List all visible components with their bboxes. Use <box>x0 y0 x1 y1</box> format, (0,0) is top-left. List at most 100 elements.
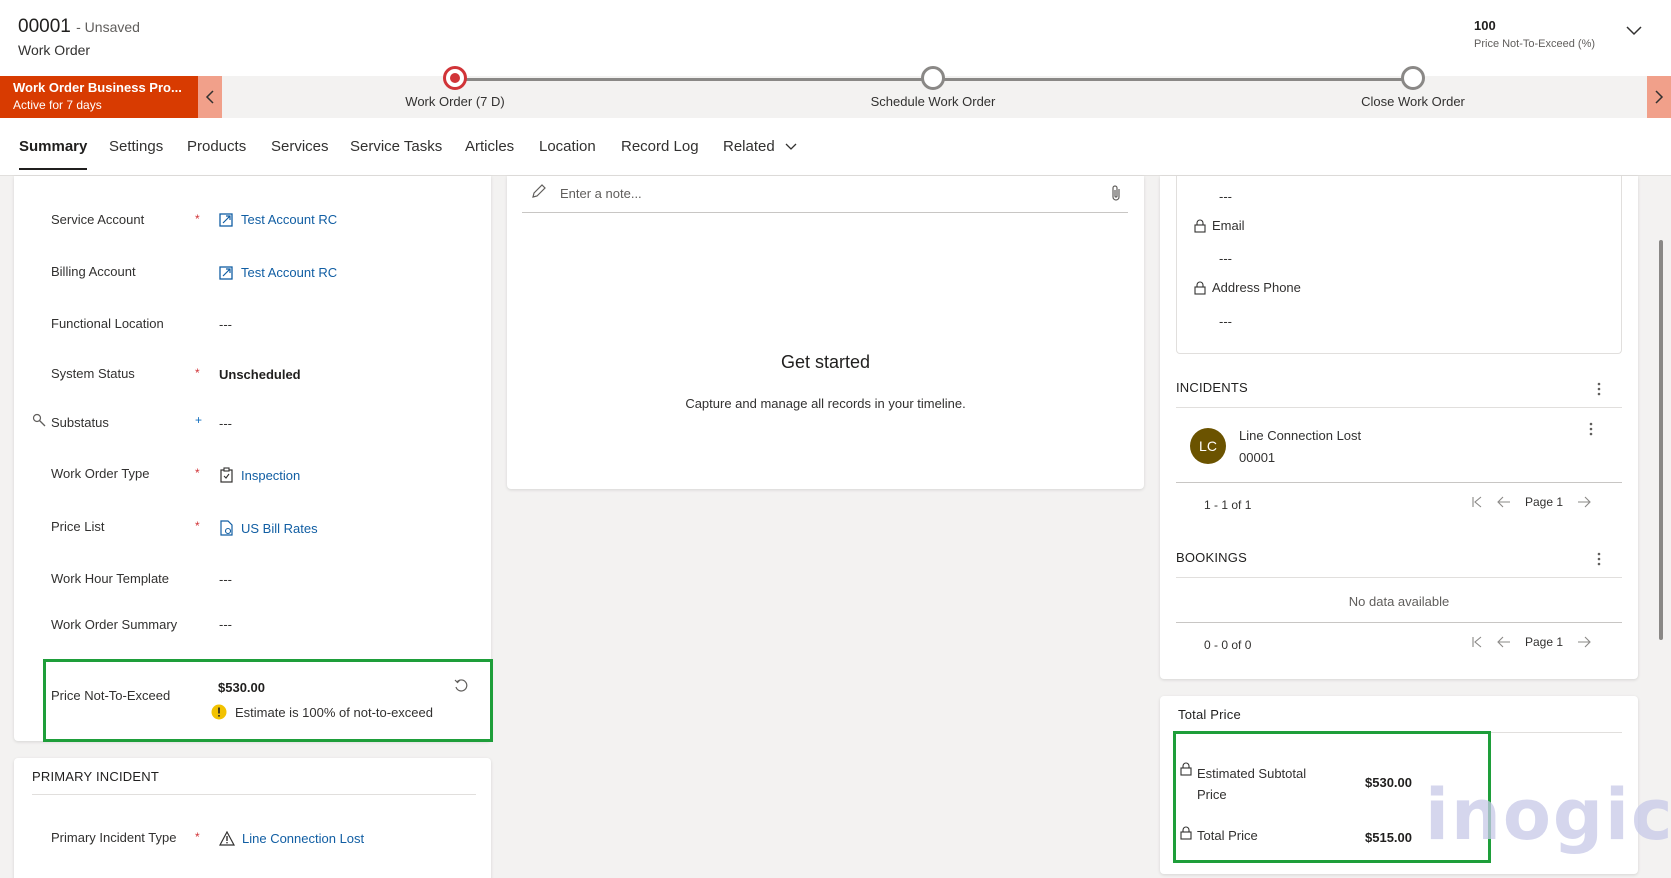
bookings-pager: Page 1 <box>1471 635 1591 649</box>
tab-summary[interactable]: Summary <box>19 138 88 170</box>
account-icon <box>219 266 233 280</box>
attachment-icon[interactable] <box>1110 184 1122 202</box>
contact-subsection <box>1176 176 1622 354</box>
required-indicator: * <box>195 519 200 533</box>
field-value-price-not-to-exceed[interactable]: $530.00 <box>218 680 265 695</box>
arrow-right-icon[interactable] <box>1577 636 1591 648</box>
chevron-down-icon <box>785 143 797 150</box>
more-options-icon[interactable] <box>1589 422 1593 436</box>
header-field-value: 100 <box>1474 18 1496 33</box>
more-options-icon[interactable] <box>1597 382 1601 396</box>
inogic-watermark: inogic <box>1425 774 1671 856</box>
page-indicator: Page 1 <box>1525 635 1564 649</box>
more-options-icon[interactable] <box>1597 552 1601 566</box>
field-value-address-phone: --- <box>1219 314 1232 329</box>
bpf-next-button[interactable] <box>1647 76 1671 118</box>
incident-item-id: 00001 <box>1239 450 1276 465</box>
field-label-substatus: Substatus <box>51 415 109 430</box>
arrow-left-icon[interactable] <box>1497 496 1511 508</box>
unsaved-indicator: - Unsaved <box>76 19 140 35</box>
field-value-email: --- <box>1219 251 1232 266</box>
pencil-icon <box>532 184 546 198</box>
target-icon <box>443 66 467 90</box>
bpf-stage-schedule-work-order[interactable]: Schedule Work Order <box>793 66 1073 109</box>
avatar: LC <box>1190 428 1226 464</box>
incident-item-title[interactable]: Line Connection Lost <box>1239 428 1361 443</box>
header-field-price-nte-percent[interactable]: 100 Price Not-To-Exceed (%) <box>1474 18 1595 50</box>
section-divider <box>1176 482 1622 483</box>
label-line: Estimated Subtotal <box>1197 766 1307 781</box>
field-value-estimated-subtotal-price: $530.00 <box>1365 775 1412 790</box>
tab-services[interactable]: Services <box>271 138 329 155</box>
first-page-icon[interactable] <box>1471 496 1483 508</box>
lookup-billing-account[interactable]: Test Account RC <box>219 265 337 280</box>
tab-related[interactable]: Related <box>723 138 797 155</box>
note-placeholder: Enter a note... <box>560 186 642 201</box>
lock-icon <box>1194 219 1206 233</box>
section-divider <box>32 794 476 795</box>
bpf-stage-work-order[interactable]: Work Order (7 D) <box>315 66 595 109</box>
tab-related-label: Related <box>723 138 775 155</box>
bpf-stage-label: Schedule Work Order <box>870 94 996 109</box>
note-input[interactable]: Enter a note... <box>522 176 1128 213</box>
lock-icon <box>1194 281 1206 295</box>
lock-icon <box>1180 762 1192 776</box>
warning-message: Estimate is 100% of not-to-exceed <box>235 704 433 720</box>
lookup-value: Test Account RC <box>241 265 338 280</box>
field-label-price-list: Price List <box>51 519 105 534</box>
bookings-record-count: 0 - 0 of 0 <box>1204 638 1252 652</box>
tab-settings[interactable]: Settings <box>109 138 163 155</box>
undo-icon[interactable] <box>453 678 469 694</box>
field-value-functional-location[interactable]: --- <box>219 317 232 332</box>
record-id: 00001 <box>18 16 71 37</box>
arrow-left-icon[interactable] <box>1497 636 1511 648</box>
lookup-primary-incident-type[interactable]: Line Connection Lost <box>219 831 364 846</box>
field-label-email: Email <box>1194 218 1245 233</box>
tab-record-log[interactable]: Record Log <box>621 138 699 155</box>
lookup-work-order-type[interactable]: Inspection <box>219 467 300 483</box>
lock-label: Email <box>1212 218 1245 233</box>
timeline-empty-subtext: Capture and manage all records in your t… <box>685 396 966 411</box>
arrow-right-icon[interactable] <box>1577 496 1591 508</box>
lookup-value: Test Account RC <box>241 212 338 227</box>
lookup-service-account[interactable]: Test Account RC <box>219 212 337 227</box>
stage-circle-icon <box>921 66 945 90</box>
record-header: 00001 - Unsaved Work Order 100 Price Not… <box>0 0 1671 76</box>
page-indicator: Page 1 <box>1525 495 1564 509</box>
tab-service-tasks[interactable]: Service Tasks <box>350 138 442 155</box>
timeline-section <box>507 176 1144 489</box>
tab-location[interactable]: Location <box>539 138 596 155</box>
field-label-system-status: System Status <box>51 366 135 381</box>
record-title: 00001 - Unsaved <box>18 16 140 38</box>
field-label-estimated-subtotal-price: Estimated Subtotal Price <box>1197 763 1306 805</box>
section-divider <box>1176 407 1622 408</box>
field-value-substatus[interactable]: --- <box>219 416 232 431</box>
tab-products[interactable]: Products <box>187 138 246 155</box>
first-page-icon[interactable] <box>1471 636 1483 648</box>
field-label-total-price: Total Price <box>1197 828 1258 843</box>
field-value-system-status[interactable]: Unscheduled <box>219 367 301 382</box>
bpf-process-flag[interactable]: Work Order Business Pro... Active for 7 … <box>0 76 198 118</box>
bpf-stage-close-work-order[interactable]: Close Work Order <box>1273 66 1553 109</box>
field-value-work-hour-template[interactable]: --- <box>219 572 232 587</box>
bpf-prev-button[interactable] <box>198 76 222 118</box>
header-field-label: Price Not-To-Exceed (%) <box>1474 38 1596 50</box>
chevron-right-icon <box>1655 90 1664 104</box>
page-scrollbar[interactable] <box>1659 240 1663 640</box>
tab-articles[interactable]: Articles <box>465 138 514 155</box>
form-tabs: Summary Settings Products Services Servi… <box>0 118 1671 176</box>
warning-icon <box>211 704 227 720</box>
field-value-work-order-summary[interactable]: --- <box>219 617 232 632</box>
section-title-total-price: Total Price <box>1178 707 1241 722</box>
incidents-pager: Page 1 <box>1471 495 1591 509</box>
label-line: Price <box>1197 787 1227 802</box>
field-label-price-not-to-exceed: Price Not-To-Exceed <box>51 688 171 703</box>
chevron-down-icon[interactable] <box>1624 20 1644 40</box>
price-list-icon <box>220 520 233 536</box>
required-indicator: * <box>195 830 200 844</box>
field-value-contact: --- <box>1219 189 1232 204</box>
warning-notification: Estimate is 100% of not-to-exceed <box>211 704 433 720</box>
field-label-functional-location: Functional Location <box>51 316 164 331</box>
lookup-price-list[interactable]: US Bill Rates <box>219 520 318 536</box>
record-entity: Work Order <box>18 42 91 58</box>
